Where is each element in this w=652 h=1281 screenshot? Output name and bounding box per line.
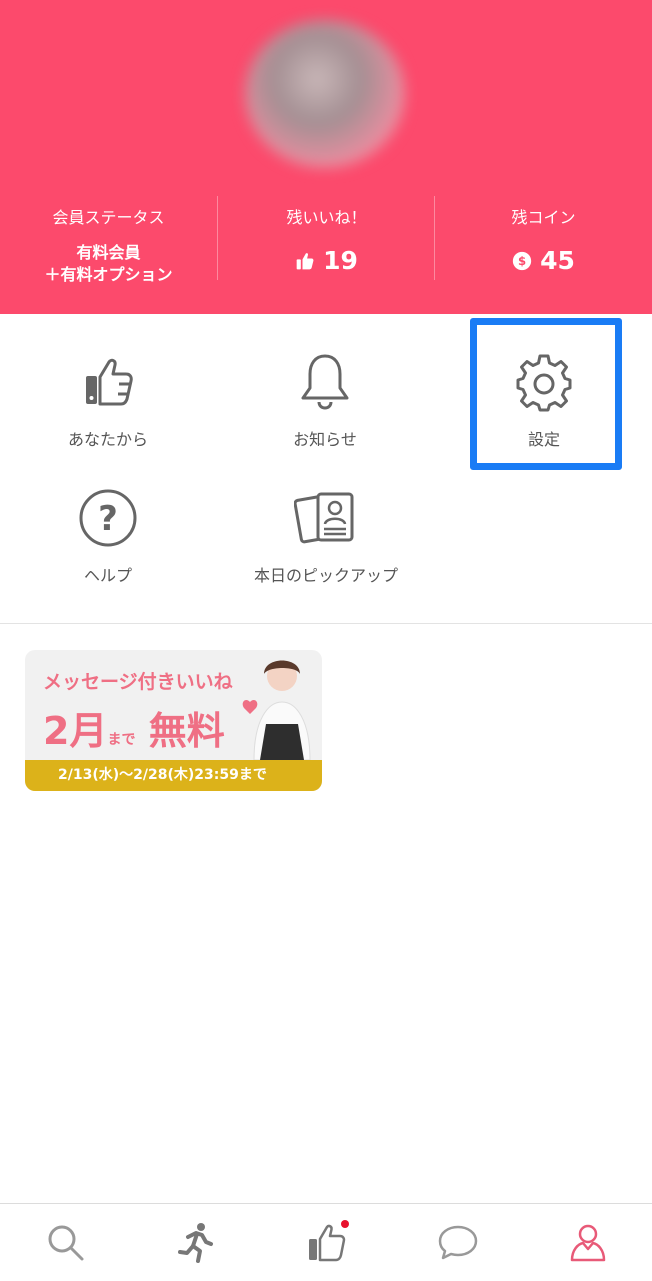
- profile-icon: [570, 1224, 606, 1262]
- menu-item-label: お知らせ: [293, 430, 357, 449]
- banner-headline-free: 無料: [148, 709, 225, 753]
- tab-search[interactable]: [43, 1220, 87, 1264]
- bell-icon: [301, 354, 349, 410]
- member-status-label: 会員ステータス: [52, 208, 165, 227]
- search-icon: [48, 1225, 84, 1261]
- remaining-likes: 残いいね！ 19: [218, 196, 435, 286]
- menu-item-todays-pickup[interactable]: 本日のピックアップ: [246, 486, 406, 586]
- menu-item-label: あなたから: [67, 430, 148, 449]
- remaining-likes-label: 残いいね！: [286, 208, 367, 227]
- banner-person-illustration: [242, 660, 311, 760]
- menu-item-label: 本日のピックアップ: [253, 566, 398, 585]
- coin-icon: $: [512, 251, 532, 270]
- remaining-coins-value: 45: [540, 246, 575, 275]
- settings-highlight-box: [470, 318, 622, 470]
- menu-item-from-you[interactable]: あなたから: [28, 350, 188, 450]
- profile-header: 会員ステータス 有料会員 ＋有料オプション 残いいね！ 19 残コイン $ 45: [0, 0, 652, 314]
- remaining-likes-value: 19: [323, 246, 358, 275]
- banner-period: 2/13(水)〜2/28(木)23:59まで: [25, 760, 322, 791]
- chat-icon: [438, 1225, 478, 1260]
- remaining-coins: 残コイン $ 45: [435, 196, 652, 286]
- remaining-coins-label: 残コイン: [511, 208, 576, 227]
- notification-badge: [341, 1220, 349, 1228]
- tab-messages[interactable]: [436, 1220, 480, 1264]
- svg-text:$: $: [518, 254, 526, 268]
- bottom-tab-bar: [0, 1203, 652, 1281]
- tab-profile[interactable]: [566, 1220, 610, 1264]
- member-status-value-line2: ＋有料オプション: [44, 265, 173, 284]
- running-icon: [178, 1223, 213, 1263]
- menu-item-help[interactable]: ? ヘルプ: [28, 486, 188, 586]
- banner-headline: 2月まで 無料: [43, 700, 225, 755]
- profile-cards-icon: [294, 492, 354, 544]
- banner-headline-until: まで: [107, 732, 136, 748]
- svg-text:?: ?: [98, 499, 118, 539]
- menu-item-notifications[interactable]: お知らせ: [245, 350, 405, 450]
- promo-banner[interactable]: メッセージ付きいいね 2月まで 無料 2/13(水)〜2/28(木)23:59ま…: [25, 650, 322, 791]
- section-divider: [0, 623, 652, 624]
- member-status: 会員ステータス 有料会員 ＋有料オプション: [0, 196, 217, 286]
- question-icon: ?: [79, 489, 137, 547]
- banner-headline-month: 2月: [43, 709, 108, 753]
- tab-activity[interactable]: [174, 1220, 218, 1264]
- profile-avatar[interactable]: [245, 20, 405, 168]
- member-status-value-line1: 有料会員: [76, 243, 141, 262]
- menu-item-label: ヘルプ: [83, 566, 132, 585]
- banner-title: メッセージ付きいいね: [43, 671, 233, 693]
- tab-likes[interactable]: [305, 1220, 349, 1264]
- thumbs-up-icon: [296, 252, 314, 269]
- thumbs-up-icon: [86, 358, 133, 406]
